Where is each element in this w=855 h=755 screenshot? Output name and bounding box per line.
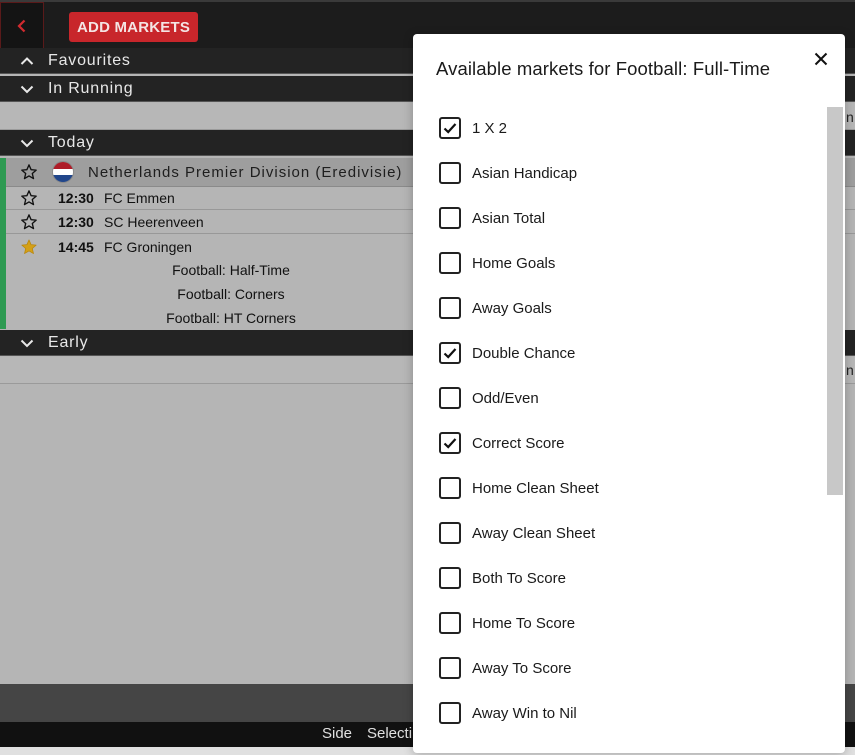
checkbox-unchecked[interactable] <box>439 567 461 589</box>
checkmark-icon <box>443 348 457 359</box>
sub-market-link[interactable]: Football: HT Corners <box>6 306 456 330</box>
section-label: Early <box>48 333 89 351</box>
column-side: Side <box>322 725 353 742</box>
star-outline-icon[interactable] <box>20 163 38 181</box>
sub-market-link[interactable]: Football: Corners <box>6 282 456 306</box>
column-selection: Selecti <box>367 725 413 742</box>
market-option[interactable]: Asian Handicap <box>439 160 577 186</box>
market-option-label: Home Goals <box>472 254 556 272</box>
sub-market-link[interactable]: Football: Half-Time <box>6 258 456 282</box>
market-option[interactable]: Away Goals <box>439 295 552 321</box>
chevron-down-icon <box>20 339 34 347</box>
match-team: FC Groningen <box>104 238 192 255</box>
market-option-label: Asian Handicap <box>472 164 578 182</box>
market-option[interactable]: Home Clean Sheet <box>439 475 599 501</box>
market-option[interactable]: Both To Score <box>439 565 566 591</box>
market-option-label: Double Chance <box>472 344 576 362</box>
match-time: 12:30 <box>58 190 94 206</box>
checkbox-unchecked[interactable] <box>439 207 461 229</box>
checkbox-unchecked[interactable] <box>439 522 461 544</box>
checkbox-unchecked[interactable] <box>439 612 461 634</box>
market-option-label: Away Goals <box>472 299 552 317</box>
market-option-label: Away To Score <box>472 659 572 677</box>
market-option[interactable]: Odd/Even <box>439 385 539 411</box>
chevron-left-icon <box>17 19 26 33</box>
star-outline-icon[interactable] <box>20 189 38 207</box>
checkbox-checked[interactable] <box>439 117 461 139</box>
available-markets-dialog: Available markets for Football: Full-Tim… <box>413 34 845 753</box>
market-option[interactable]: 1 X 2 <box>439 115 507 141</box>
checkbox-unchecked[interactable] <box>439 252 461 274</box>
checkbox-unchecked[interactable] <box>439 297 461 319</box>
checkmark-icon <box>443 438 457 449</box>
market-option[interactable]: Away Clean Sheet <box>439 520 595 546</box>
market-option[interactable]: Away To Score <box>439 655 572 681</box>
market-option-label: Away Win to Nil <box>472 704 577 722</box>
market-option[interactable]: Home Goals <box>439 250 555 276</box>
market-option-label: 1 X 2 <box>472 119 508 137</box>
market-option-label: Home To Score <box>472 614 576 632</box>
star-filled-icon[interactable] <box>20 238 38 256</box>
match-team: FC Emmen <box>104 190 175 206</box>
checkbox-unchecked[interactable] <box>439 477 461 499</box>
market-option[interactable]: Away Win to Nil <box>439 700 577 726</box>
league-name: Netherlands Premier Division (Eredivisie… <box>88 163 403 181</box>
market-option-label: Away Clean Sheet <box>472 524 596 542</box>
checkbox-checked[interactable] <box>439 432 461 454</box>
close-icon[interactable] <box>811 49 831 69</box>
scrollbar-thumb[interactable] <box>827 107 843 495</box>
right-peek-text: n t <box>846 362 855 378</box>
market-option[interactable]: Double Chance <box>439 340 575 366</box>
checkbox-unchecked[interactable] <box>439 387 461 409</box>
checkmark-icon <box>443 123 457 134</box>
section-label: Favourites <box>48 51 131 69</box>
market-option[interactable]: Correct Score <box>439 430 565 456</box>
market-option-label: Asian Total <box>472 209 546 227</box>
chevron-up-icon <box>20 56 34 65</box>
add-markets-button[interactable]: ADD MARKETS <box>69 12 199 42</box>
market-option-label: Correct Score <box>472 434 565 452</box>
star-outline-icon[interactable] <box>20 213 38 231</box>
market-option[interactable]: Asian Total <box>439 205 545 231</box>
chevron-down-icon <box>20 85 34 93</box>
dialog-title: Available markets for Football: Full-Tim… <box>436 58 771 79</box>
market-option-label: Both To Score <box>472 569 566 587</box>
netherlands-flag-icon <box>52 161 74 183</box>
section-label: Today <box>48 133 95 151</box>
match-time: 14:45 <box>58 238 94 255</box>
checkbox-checked[interactable] <box>439 342 461 364</box>
match-time: 12:30 <box>58 214 94 230</box>
match-team: SC Heerenveen <box>104 214 204 230</box>
right-peek-text: n t <box>846 109 855 125</box>
market-option[interactable]: Home To Score <box>439 610 575 636</box>
back-button[interactable] <box>0 2 44 50</box>
market-option-label: Home Clean Sheet <box>472 479 599 497</box>
chevron-down-icon <box>20 139 34 147</box>
checkbox-unchecked[interactable] <box>439 162 461 184</box>
checkbox-unchecked[interactable] <box>439 657 461 679</box>
market-option-label: Odd/Even <box>472 389 539 407</box>
section-label: In Running <box>48 79 134 97</box>
checkbox-unchecked[interactable] <box>439 702 461 724</box>
